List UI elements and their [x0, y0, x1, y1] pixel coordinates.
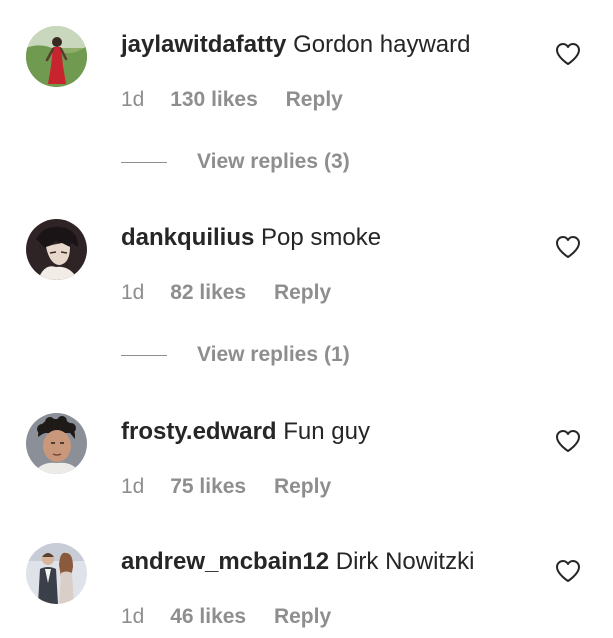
comment-text: Pop smoke — [261, 224, 382, 251]
comments-list: jaylawitdafatty Gordon hayward 1d 130 li… — [0, 0, 613, 638]
heart-outline-icon[interactable] — [555, 559, 581, 583]
comment-likes[interactable]: 130 likes — [170, 86, 258, 114]
comment-username[interactable]: andrew_mcbain12 — [121, 548, 329, 575]
comment-line: dankquilius Pop smoke — [121, 221, 381, 255]
avatar-person-red-dress-icon — [26, 26, 87, 87]
reply-button[interactable]: Reply — [286, 86, 343, 114]
heart-outline-icon[interactable] — [555, 235, 581, 259]
avatar-couple-photo-icon — [26, 543, 87, 604]
avatar-anime-character-icon — [26, 219, 87, 280]
comment-meta: 1d 46 likes Reply — [121, 603, 331, 631]
comment-meta: 1d 82 likes Reply — [121, 279, 331, 307]
heart-outline-icon[interactable] — [555, 42, 581, 66]
comment-time: 1d — [121, 281, 145, 304]
comment-username[interactable]: dankquilius — [121, 224, 254, 251]
avatar[interactable] — [26, 219, 87, 280]
comment-line: andrew_mcbain12 Dirk Nowitzki — [121, 545, 474, 579]
reply-button[interactable]: Reply — [274, 279, 331, 307]
comment-likes[interactable]: 46 likes — [170, 603, 246, 631]
comment-likes[interactable]: 75 likes — [170, 473, 246, 501]
avatar[interactable] — [26, 413, 87, 474]
view-replies-divider — [121, 354, 167, 356]
comment-likes[interactable]: 82 likes — [170, 279, 246, 307]
comment-text: Gordon hayward — [293, 31, 471, 58]
heart-outline-icon[interactable] — [555, 429, 581, 453]
comment-meta: 1d 130 likes Reply — [121, 86, 343, 114]
reply-button[interactable]: Reply — [274, 603, 331, 631]
comment-text: Dirk Nowitzki — [335, 548, 475, 575]
comment-time: 1d — [121, 605, 145, 628]
avatar[interactable] — [26, 543, 87, 604]
reply-button[interactable]: Reply — [274, 473, 331, 501]
comment-line: jaylawitdafatty Gordon hayward — [121, 28, 471, 62]
comment-time: 1d — [121, 475, 145, 498]
avatar-man-curly-hair-icon — [26, 413, 87, 474]
comment-line: frosty.edward Fun guy — [121, 415, 370, 449]
avatar[interactable] — [26, 26, 87, 87]
comment-meta: 1d 75 likes Reply — [121, 473, 331, 501]
comment-time: 1d — [121, 88, 145, 111]
view-replies-button[interactable]: View replies (3) — [121, 148, 350, 176]
view-replies-divider — [121, 161, 167, 163]
comment-username[interactable]: frosty.edward — [121, 418, 277, 445]
view-replies-count: (3) — [324, 150, 350, 173]
view-replies-count: (1) — [324, 343, 350, 366]
view-replies-button[interactable]: View replies (1) — [121, 341, 350, 369]
view-replies-label: View replies — [197, 150, 319, 173]
comment-username[interactable]: jaylawitdafatty — [121, 31, 286, 58]
comment-text: Fun guy — [283, 418, 370, 445]
view-replies-label: View replies — [197, 343, 319, 366]
